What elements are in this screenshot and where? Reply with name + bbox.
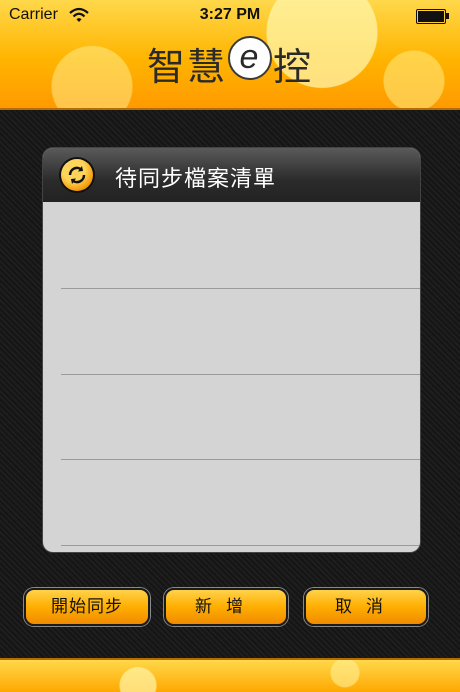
pending-sync-list-panel: 待同步檔案清單 xyxy=(43,148,420,552)
app-footer xyxy=(0,658,460,692)
status-bar: Carrier 3:27 PM xyxy=(0,0,460,30)
app-logo: 智慧 e 控 xyxy=(0,36,460,91)
add-button[interactable]: 新增 xyxy=(164,588,288,626)
logo-e-mark: e xyxy=(228,36,272,80)
list-row-separator xyxy=(61,459,420,460)
status-time: 3:27 PM xyxy=(199,6,261,23)
panel-header: 待同步檔案清單 xyxy=(43,148,420,202)
logo-text-right: 控 xyxy=(273,45,314,89)
panel-title: 待同步檔案清單 xyxy=(115,167,277,192)
logo-text-left: 智慧 xyxy=(146,45,227,89)
list-row-separator xyxy=(61,374,420,375)
cancel-button[interactable]: 取消 xyxy=(304,588,428,626)
sync-icon xyxy=(61,159,93,191)
list-row-separator xyxy=(61,545,420,546)
battery-icon xyxy=(416,9,449,24)
list-row-separator xyxy=(61,288,420,289)
start-sync-button[interactable]: 開始同步 xyxy=(24,588,150,626)
